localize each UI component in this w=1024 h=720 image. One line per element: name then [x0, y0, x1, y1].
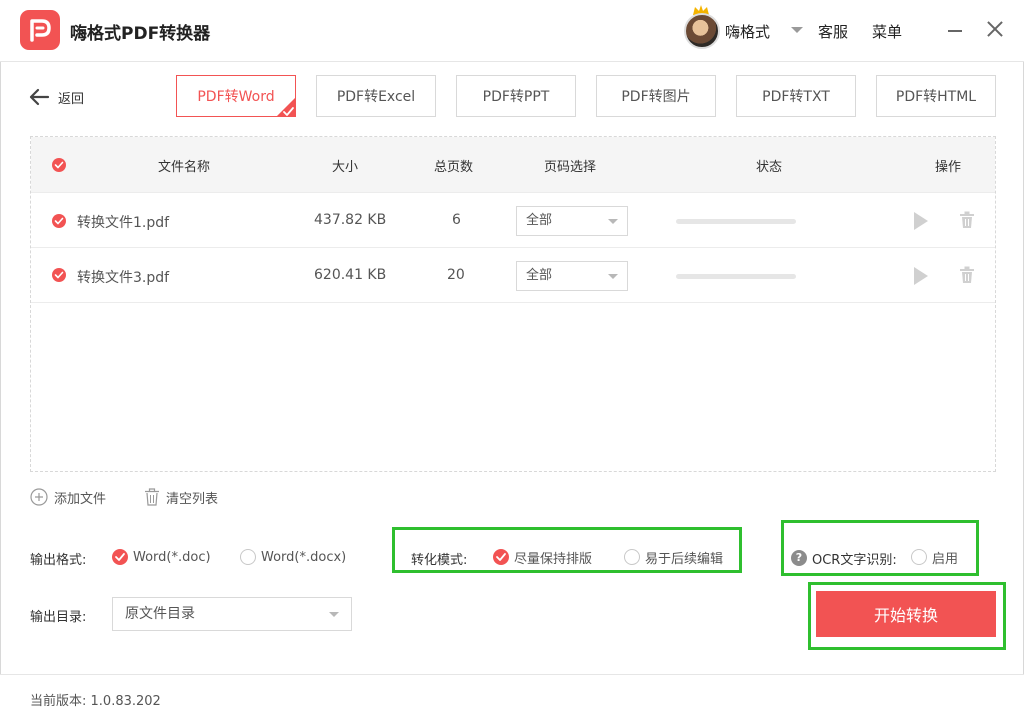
mode-keep-layout-radio[interactable]: 尽量保持排版: [493, 547, 592, 567]
arrow-left-icon: [29, 88, 50, 106]
chevron-down-icon: [329, 612, 339, 617]
row-checkbox[interactable]: [52, 214, 66, 228]
table-row: 转换文件1.pdf 437.82 KB 6 全部: [31, 193, 995, 248]
radio-label: 启用: [932, 551, 959, 567]
radio-unchecked-icon: [240, 549, 256, 565]
chevron-down-icon: [608, 274, 618, 279]
tab-pdf-to-html[interactable]: PDF转HTML: [876, 75, 996, 117]
close-icon[interactable]: [986, 20, 1004, 38]
column-header-status: 状态: [756, 160, 783, 175]
select-all-checkbox[interactable]: [52, 158, 66, 172]
chevron-down-icon: [608, 219, 618, 224]
column-header-pages: 总页数: [434, 160, 474, 175]
title-bar: 嗨格式PDF转换器 嗨格式 客服 菜单: [0, 0, 1024, 62]
output-dir-value: 原文件目录: [125, 606, 195, 622]
output-format-label: 输出格式:: [30, 553, 87, 568]
file-pages: 6: [452, 212, 461, 228]
add-file-button[interactable]: 添加文件: [30, 487, 106, 507]
tab-label: PDF转Word: [197, 89, 275, 105]
progress-bar: [676, 219, 796, 224]
tab-selected-check-icon: [276, 97, 296, 117]
column-header-page-select: 页码选择: [544, 160, 597, 175]
plus-circle-icon: [30, 488, 48, 506]
clear-list-label: 清空列表: [166, 491, 219, 507]
column-header-actions: 操作: [935, 160, 962, 175]
clear-list-button[interactable]: 清空列表: [144, 487, 218, 507]
avatar[interactable]: [684, 13, 720, 49]
help-icon[interactable]: ?: [791, 550, 807, 566]
convert-mode-label: 转化模式:: [411, 553, 468, 568]
trash-icon: [145, 488, 159, 506]
version-label: 当前版本:: [30, 694, 87, 709]
page-select-value: 全部: [526, 213, 553, 228]
file-table: 文件名称 大小 总页数 页码选择 状态 操作 转换文件1.pdf 437.82 …: [30, 136, 996, 472]
username[interactable]: 嗨格式: [725, 21, 770, 42]
footer: 当前版本: 1.0.83.202: [0, 674, 1024, 720]
play-icon[interactable]: [914, 212, 928, 230]
radio-label: Word(*.doc): [133, 549, 211, 565]
tab-label: PDF转PPT: [482, 89, 550, 105]
radio-label: 易于后续编辑: [645, 551, 724, 567]
add-file-label: 添加文件: [54, 491, 107, 507]
radio-checked-icon: [112, 549, 128, 565]
tab-label: PDF转TXT: [762, 89, 830, 105]
progress-bar: [676, 274, 796, 279]
app-title: 嗨格式PDF转换器: [70, 24, 211, 44]
file-pages: 20: [447, 267, 465, 283]
trash-icon[interactable]: [959, 266, 975, 284]
column-header-size: 大小: [332, 160, 359, 175]
ocr-enable-radio[interactable]: 启用: [911, 547, 958, 567]
tab-label: PDF转图片: [621, 89, 691, 105]
file-name: 转换文件1.pdf: [77, 215, 170, 231]
minimize-icon[interactable]: [948, 30, 962, 32]
tab-label: PDF转HTML: [895, 89, 977, 105]
file-size: 620.41 KB: [314, 267, 387, 283]
output-dir-dropdown[interactable]: 原文件目录: [112, 597, 352, 631]
tab-pdf-to-image[interactable]: PDF转图片: [596, 75, 716, 117]
row-checkbox[interactable]: [52, 268, 66, 282]
version-number: 1.0.83.202: [90, 694, 161, 709]
trash-icon[interactable]: [959, 211, 975, 229]
page-select-dropdown[interactable]: 全部: [516, 206, 628, 236]
tab-pdf-to-word[interactable]: PDF转Word: [176, 75, 296, 117]
app-logo-icon: [20, 10, 60, 50]
page-select-value: 全部: [526, 268, 553, 283]
column-header-name: 文件名称: [158, 160, 211, 175]
table-header: 文件名称 大小 总页数 页码选择 状态 操作: [31, 137, 995, 193]
format-docx-radio[interactable]: Word(*.docx): [240, 547, 346, 567]
back-label: 返回: [58, 91, 85, 107]
radio-label: Word(*.docx): [261, 549, 347, 565]
back-button[interactable]: 返回: [28, 85, 84, 109]
tab-pdf-to-excel[interactable]: PDF转Excel: [316, 75, 436, 117]
menu-button[interactable]: 菜单: [872, 21, 902, 42]
ocr-label: OCR文字识别:: [812, 553, 897, 568]
chevron-down-icon[interactable]: [791, 27, 803, 33]
radio-unchecked-icon: [911, 549, 927, 565]
format-doc-radio[interactable]: Word(*.doc): [112, 547, 211, 567]
start-convert-button[interactable]: 开始转换: [816, 591, 996, 637]
radio-unchecked-icon: [624, 549, 640, 565]
tab-pdf-to-ppt[interactable]: PDF转PPT: [456, 75, 576, 117]
page-select-dropdown[interactable]: 全部: [516, 261, 628, 291]
radio-checked-icon: [493, 549, 509, 565]
play-icon[interactable]: [914, 267, 928, 285]
file-name: 转换文件3.pdf: [77, 270, 170, 286]
tab-pdf-to-txt[interactable]: PDF转TXT: [736, 75, 856, 117]
service-button[interactable]: 客服: [818, 21, 848, 42]
mode-easy-edit-radio[interactable]: 易于后续编辑: [624, 547, 723, 567]
table-row: 转换文件3.pdf 620.41 KB 20 全部: [31, 248, 995, 303]
version-text: 当前版本: 1.0.83.202: [30, 690, 161, 709]
tab-label: PDF转Excel: [336, 89, 416, 105]
radio-label: 尽量保持排版: [514, 551, 593, 567]
file-size: 437.82 KB: [314, 212, 387, 228]
output-dir-label: 输出目录:: [30, 610, 87, 625]
